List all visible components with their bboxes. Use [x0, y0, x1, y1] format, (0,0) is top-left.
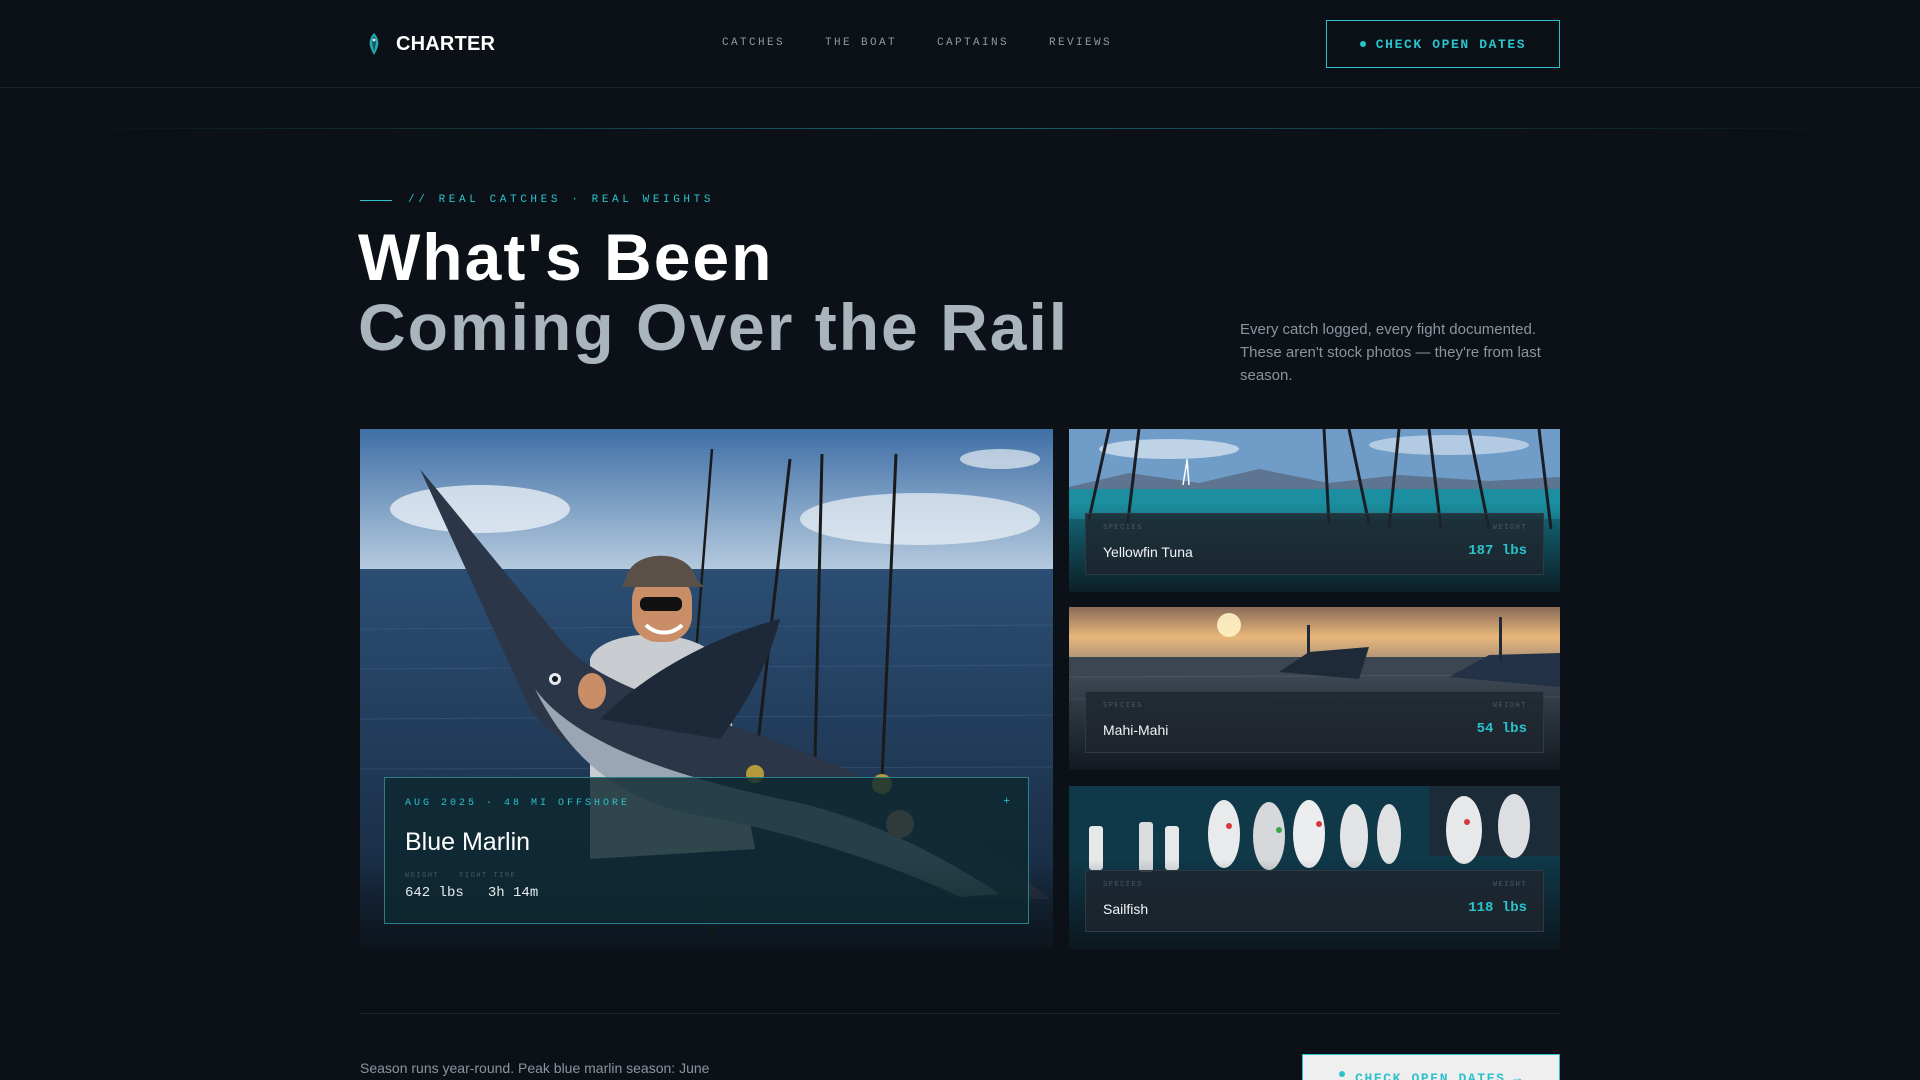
plus-icon[interactable]: + [1003, 796, 1010, 808]
catch-info-panel: SPECIES WEIGHT Yellowfin Tuna 187 lbs [1085, 513, 1544, 575]
species-label: SPECIES [1103, 702, 1143, 710]
nav-links: CATCHES THE BOAT CAPTAINS REVIEWS [722, 37, 1152, 49]
catch-name: Yellowfin Tuna [1103, 544, 1193, 560]
fight-time: 3h 14m [487, 885, 539, 901]
catch-weight: 642 lbs [405, 885, 464, 901]
top-nav: CHARTER CATCHES THE BOAT CAPTAINS REVIEW… [0, 0, 1920, 88]
fight-time-label: FIGHT TIME [459, 872, 517, 880]
catch-card-sailfish[interactable]: SPECIES WEIGHT Sailfish 118 lbs [1069, 786, 1560, 949]
species-label: SPECIES [1103, 881, 1143, 889]
nav-link-captains[interactable]: CAPTAINS [937, 37, 1009, 49]
catch-meta: AUG 2025 · 48 MI OFFSHORE [405, 798, 631, 809]
weight-label: WEIGHT [405, 872, 440, 880]
featured-catch-card[interactable]: AUG 2025 · 48 MI OFFSHORE + Blue Marlin … [360, 429, 1053, 948]
catch-weight: 54 lbs [1476, 721, 1527, 737]
fish-icon [369, 33, 379, 55]
species-label: SPECIES [1103, 524, 1143, 532]
dot-icon [1339, 1071, 1346, 1077]
check-open-dates-button[interactable]: CHECK OPEN DATES [1326, 20, 1560, 68]
section-divider [60, 128, 1860, 129]
catch-info-panel: SPECIES WEIGHT Mahi-Mahi 54 lbs [1085, 691, 1544, 753]
catch-card-mahi-mahi[interactable]: SPECIES WEIGHT Mahi-Mahi 54 lbs [1069, 607, 1560, 770]
footer-divider [360, 1013, 1560, 1014]
intro-text: Every catch logged, every fight document… [1240, 321, 1541, 384]
dot-icon [1359, 41, 1366, 47]
eyebrow: // REAL CATCHES · REAL WEIGHTS [360, 194, 714, 206]
eyebrow-text: // REAL CATCHES · REAL WEIGHTS [408, 194, 715, 206]
nav-link-catches[interactable]: CATCHES [722, 37, 785, 49]
brand[interactable]: CHARTER [360, 30, 495, 58]
catch-info-panel: SPECIES WEIGHT Sailfish 118 lbs [1085, 870, 1544, 932]
nav-link-reviews[interactable]: REVIEWS [1049, 37, 1112, 49]
catch-weight: 187 lbs [1468, 543, 1527, 559]
eyebrow-line [360, 199, 392, 201]
check-open-dates-bottom-label: CHECK OPEN DATES [1355, 1071, 1506, 1080]
weight-label: WEIGHT [1492, 524, 1527, 532]
catch-stats: 642 lbs 3h 14m [405, 885, 562, 901]
catch-card-yellowfin-tuna[interactable]: SPECIES WEIGHT Yellowfin Tuna 187 lbs [1069, 429, 1560, 592]
arrow-right-icon: → [1513, 1071, 1523, 1080]
season-text: Season runs year-round. Peak blue marlin… [360, 1060, 710, 1076]
weight-label: WEIGHT [1492, 881, 1527, 889]
catch-name: Sailfish [1103, 901, 1149, 917]
nav-link-the-boat[interactable]: THE BOAT [825, 37, 897, 49]
featured-catch-panel: AUG 2025 · 48 MI OFFSHORE + Blue Marlin … [384, 777, 1029, 924]
check-open-dates-label: CHECK OPEN DATES [1375, 36, 1527, 52]
brand-name: CHARTER [396, 32, 496, 55]
catch-weight: 118 lbs [1468, 900, 1527, 916]
weight-label: WEIGHT [1492, 702, 1527, 710]
stat-labels: WEIGHT FIGHT TIME [405, 872, 536, 880]
page-title-line2: Coming Over the Rail [358, 290, 1070, 364]
check-open-dates-bottom-button[interactable]: CHECK OPEN DATES → [1302, 1054, 1560, 1080]
catch-name: Mahi-Mahi [1103, 722, 1169, 738]
page-title-line1: What's Been [358, 220, 774, 294]
page-title: What's Been Coming Over the Rail [358, 222, 1069, 362]
catch-title: Blue Marlin [405, 828, 531, 856]
